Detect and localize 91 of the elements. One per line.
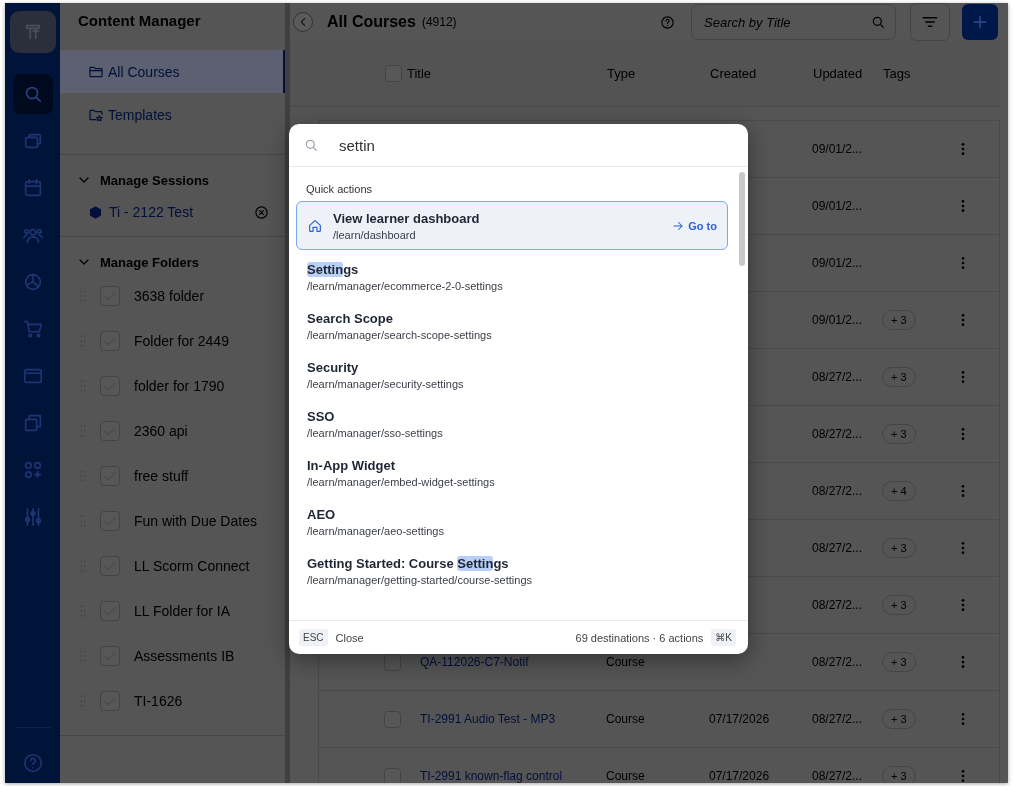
result-path: /learn/manager/getting-started/course-settings bbox=[307, 573, 533, 586]
search-input[interactable]: settin bbox=[339, 136, 748, 154]
result-item[interactable]: Search Scope /learn/manager/search-scope-settings bbox=[296, 301, 728, 350]
result-item[interactable]: Security /learn/manager/security-settings bbox=[296, 350, 728, 399]
table-cell-text: Course bbox=[605, 712, 646, 726]
page-title: All Courses bbox=[327, 13, 416, 31]
section-title: Manage Sessions bbox=[100, 172, 210, 188]
table-cell-text: 07/17/2026 bbox=[708, 712, 771, 726]
table-cell-text: 09/01/2... bbox=[811, 256, 864, 270]
search-field[interactable]: Search by Title bbox=[691, 4, 896, 40]
logo-button[interactable] bbox=[9, 11, 56, 53]
folder-name[interactable]: 2360 api bbox=[134, 422, 188, 439]
shortcut-hint: ⌘K bbox=[711, 629, 736, 646]
table-cell-text: 08/27/2... bbox=[811, 541, 864, 555]
result-item[interactable]: Getting Started: Course Settings /learn/manager/getting-started/course-settings bbox=[296, 546, 728, 595]
result-title: AEO bbox=[307, 506, 337, 522]
session-link[interactable]: Ti - 2122 Test bbox=[109, 204, 248, 220]
column-header[interactable]: Created bbox=[706, 66, 809, 81]
result-path: /learn/manager/sso-settings bbox=[307, 426, 444, 439]
folder-name[interactable]: folder for 1790 bbox=[134, 377, 225, 394]
search-icon bbox=[303, 137, 319, 153]
column-header[interactable]: Title bbox=[403, 66, 603, 81]
table-cell-text: 08/27/2... bbox=[811, 598, 864, 612]
add-button[interactable] bbox=[962, 4, 998, 40]
folder-name[interactable]: TI-1626 bbox=[134, 692, 183, 709]
table-row[interactable]: TI-2991 known-flag control Course 07/17/2026 08/27/2... + 3 bbox=[318, 747, 1000, 783]
column-header[interactable]: Tags bbox=[879, 66, 943, 81]
result-path: /learn/manager/ecommerce-2-0-settings bbox=[307, 279, 504, 292]
folder-name[interactable]: free stuff bbox=[134, 467, 189, 484]
scrollbar-thumb[interactable] bbox=[739, 172, 745, 266]
course-link[interactable]: TI-2991 Audio Test - MP3 bbox=[402, 712, 602, 726]
nav-item[interactable]: All Courses bbox=[60, 50, 285, 93]
collapse-button[interactable] bbox=[293, 12, 313, 32]
folder-name[interactable]: LL Scorm Connect bbox=[134, 557, 250, 574]
cart-icon bbox=[21, 318, 44, 340]
table-cell-text: 08/27/2... bbox=[811, 484, 864, 498]
result-item[interactable]: SSO /learn/manager/sso-settings bbox=[296, 399, 728, 448]
row-checkbox[interactable] bbox=[384, 767, 401, 783]
result-path: /learn/manager/embed-widget-settings bbox=[307, 475, 496, 488]
folder-name[interactable]: 3638 folder bbox=[134, 287, 205, 304]
result-item[interactable]: Settings /learn/manager/ecommerce-2-0-settings bbox=[296, 252, 728, 301]
result-path: /learn/dashboard bbox=[333, 228, 417, 241]
table-cell-text: 08/27/2... bbox=[811, 427, 864, 441]
search-icon bbox=[870, 14, 886, 30]
result-path: /learn/manager/security-settings bbox=[307, 377, 465, 390]
result-title: Security bbox=[307, 359, 360, 375]
cube-icon bbox=[88, 204, 103, 220]
remove-circle-icon[interactable] bbox=[254, 204, 269, 220]
column-header[interactable]: Type bbox=[603, 66, 706, 81]
result-item[interactable]: View learner dashboard /learn/dashboard Go to bbox=[296, 201, 728, 250]
result-title: Settings bbox=[307, 261, 360, 277]
folder-name[interactable]: Fun with Due Dates bbox=[134, 512, 257, 529]
table-cell-text: 07/17/2026 bbox=[708, 769, 771, 783]
table-cell-text: 08/27/2... bbox=[811, 370, 864, 384]
key-hint: ESC bbox=[299, 629, 328, 646]
table-row[interactable]: TI-2991 Audio Test - MP3 Course 07/17/2026 08/27/2... + 3 bbox=[318, 690, 1000, 747]
course-count: (4912) bbox=[421, 15, 457, 29]
nav-item[interactable]: Templates bbox=[60, 93, 285, 136]
help-icon[interactable] bbox=[660, 14, 675, 30]
result-path: /learn/manager/aeo-settings bbox=[307, 524, 445, 537]
section-title: Manage Folders bbox=[100, 254, 199, 270]
result-title: View learner dashboard bbox=[333, 210, 481, 226]
section-label: Quick actions bbox=[305, 182, 374, 197]
result-item[interactable]: AEO /learn/manager/aeo-settings bbox=[296, 497, 728, 546]
result-title: SSO bbox=[307, 408, 336, 424]
table-cell-text: Course bbox=[605, 655, 646, 669]
result-title: Getting Started: Course Settings bbox=[307, 555, 510, 571]
result-title: In-App Widget bbox=[307, 457, 396, 473]
close-hint: Close bbox=[335, 631, 364, 644]
go-to-link[interactable]: Go to bbox=[671, 218, 717, 233]
help-icon bbox=[21, 752, 44, 774]
table-cell-text: 08/27/2... bbox=[811, 712, 864, 726]
table-cell-text: 09/01/2... bbox=[811, 142, 864, 156]
result-path: /learn/manager/search-scope-settings bbox=[307, 328, 493, 341]
results-summary: 69 destinations · 6 actions bbox=[575, 631, 704, 644]
home-icon bbox=[307, 217, 323, 234]
table-cell-text: Course bbox=[605, 769, 646, 783]
folder-name[interactable]: Folder for 2449 bbox=[134, 332, 229, 349]
table-cell-text: 08/27/2... bbox=[811, 655, 864, 669]
folder-name[interactable]: LL Folder for IA bbox=[134, 602, 230, 619]
folder-name[interactable]: Assessments IB bbox=[134, 647, 235, 664]
course-link[interactable]: QA-112026-C7-Notif bbox=[402, 655, 602, 669]
course-link[interactable]: TI-2991 known-flag control bbox=[402, 769, 602, 783]
result-item[interactable]: In-App Widget /learn/manager/embed-widget-settings bbox=[296, 448, 728, 497]
rail-button[interactable] bbox=[12, 74, 53, 114]
table-cell-text: 09/01/2... bbox=[811, 313, 864, 327]
sidebar-title: Content Manager bbox=[77, 11, 202, 31]
table-cell-text: 09/01/2... bbox=[811, 199, 864, 213]
column-header[interactable]: Updated bbox=[809, 66, 879, 81]
result-title: Search Scope bbox=[307, 310, 394, 326]
table-cell-text: 08/27/2... bbox=[811, 769, 864, 783]
